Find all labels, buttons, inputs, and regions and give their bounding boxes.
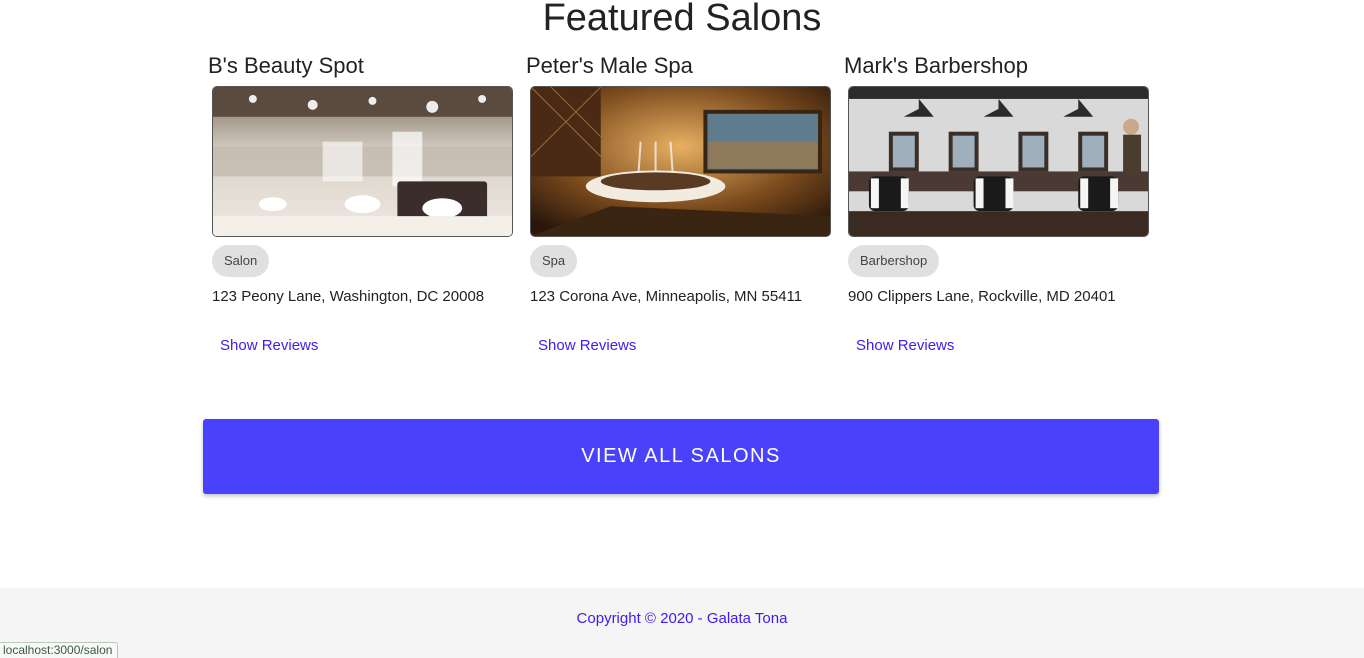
salon-card: B's Beauty Spot Salon 123 Peony Lane, Wa… bbox=[208, 52, 518, 354]
salon-name: Peter's Male Spa bbox=[526, 53, 693, 78]
show-reviews-link[interactable]: Show Reviews bbox=[220, 337, 318, 354]
salon-image bbox=[530, 86, 831, 237]
salon-image bbox=[848, 86, 1149, 237]
page-title: Featured Salons bbox=[542, 0, 822, 39]
show-reviews-link[interactable]: Show Reviews bbox=[538, 337, 636, 354]
salon-name: Mark's Barbershop bbox=[844, 53, 1028, 78]
show-reviews-link[interactable]: Show Reviews bbox=[856, 337, 954, 354]
salon-card: Mark's Barbershop Barbershop 900 Clipper… bbox=[844, 52, 1154, 354]
status-bar-url: localhost:3000/salon bbox=[0, 642, 119, 658]
salon-address: 123 Peony Lane, Washington, DC 20008 bbox=[212, 288, 485, 305]
category-chip[interactable]: Spa bbox=[530, 245, 578, 277]
footer-copyright: Copyright © 2020 - Galata Tona bbox=[576, 610, 788, 627]
view-all-salons-button[interactable]: VIEW ALL SALONS bbox=[203, 419, 1159, 494]
salon-image bbox=[212, 86, 513, 237]
category-chip[interactable]: Barbershop bbox=[848, 245, 940, 277]
category-chip[interactable]: Salon bbox=[212, 245, 270, 277]
salon-address: 123 Corona Ave, Minneapolis, MN 55411 bbox=[530, 288, 803, 305]
salon-address: 900 Clippers Lane, Rockville, MD 20401 bbox=[848, 288, 1116, 305]
salon-name: B's Beauty Spot bbox=[208, 53, 364, 78]
salon-card: Peter's Male Spa Spa 123 Corona Ave, Min… bbox=[526, 52, 836, 354]
footer: Copyright © 2020 - Galata Tona bbox=[0, 588, 1364, 658]
